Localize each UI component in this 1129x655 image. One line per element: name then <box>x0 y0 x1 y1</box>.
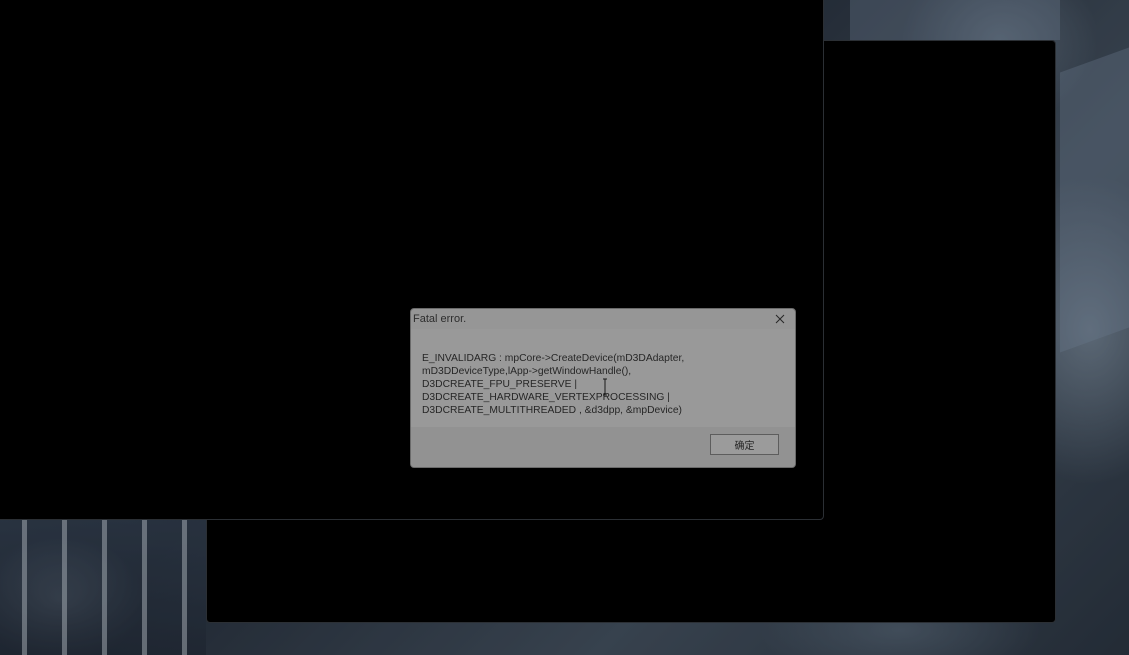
wallpaper-fence-detail <box>0 520 206 655</box>
close-button[interactable] <box>771 311 789 327</box>
dialog-titlebar[interactable]: Fatal error. <box>411 309 795 329</box>
dialog-title: Fatal error. <box>413 313 467 325</box>
mouse-cursor-icon <box>603 378 607 396</box>
wallpaper-ice-shard <box>1060 47 1129 353</box>
wallpaper-ice-shard <box>850 0 1060 40</box>
close-icon <box>775 314 785 324</box>
ok-button[interactable]: 确定 <box>710 434 779 455</box>
dialog-footer: 确定 <box>411 427 795 467</box>
